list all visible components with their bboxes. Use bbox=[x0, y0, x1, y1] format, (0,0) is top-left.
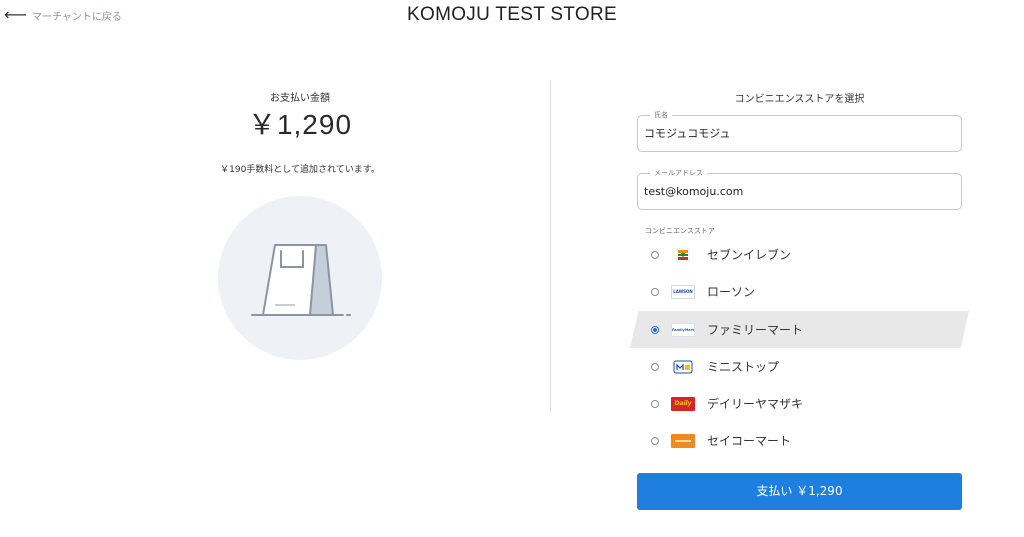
store-name: ローソン bbox=[707, 285, 756, 299]
svg-text:7: 7 bbox=[681, 252, 686, 261]
select-store-title: コンビニエンスストアを選択 bbox=[734, 94, 865, 105]
stores-label: コンビニエンスストア bbox=[645, 227, 715, 235]
radio-button-checked[interactable] bbox=[651, 325, 659, 334]
store-option-seicomart[interactable]: セイコーマート bbox=[637, 422, 962, 459]
radio-button[interactable] bbox=[651, 287, 659, 296]
radio-button[interactable] bbox=[651, 399, 659, 408]
lawson-logo: LAWSON bbox=[671, 284, 695, 299]
email-input[interactable] bbox=[644, 174, 944, 209]
fee-note: ￥190手数料として追加されています。 bbox=[220, 165, 380, 175]
store-option-ministop[interactable]: ミニストップ bbox=[637, 348, 962, 385]
radio-button[interactable] bbox=[651, 250, 659, 259]
radio-button[interactable] bbox=[651, 362, 659, 371]
email-field[interactable]: メールアドレス bbox=[637, 168, 962, 210]
store-option-daily-yamazaki[interactable]: Daily デイリーヤマザキ bbox=[637, 385, 962, 422]
pay-button[interactable]: 支払い ￥1,290 bbox=[637, 473, 962, 510]
name-field[interactable]: 氏名 bbox=[637, 110, 962, 152]
seicomart-logo bbox=[671, 433, 695, 448]
payment-amount: ￥1,290 bbox=[247, 109, 353, 140]
store-name: デイリーヤマザキ bbox=[707, 397, 804, 411]
familymart-logo: FamilyMart bbox=[671, 322, 695, 337]
radio-button[interactable] bbox=[651, 436, 659, 445]
store-title: KOMOJU TEST STORE bbox=[407, 4, 617, 25]
store-name: セブンイレブン bbox=[707, 248, 792, 262]
store-name: セイコーマート bbox=[707, 434, 792, 448]
name-input[interactable] bbox=[644, 116, 944, 151]
store-option-familymart[interactable]: FamilyMart ファミリーマート bbox=[637, 311, 962, 348]
column-divider bbox=[550, 80, 551, 412]
store-option-seven-eleven[interactable]: 7 セブンイレブン bbox=[637, 236, 962, 273]
daily-yamazaki-logo: Daily bbox=[671, 396, 695, 411]
ministop-logo bbox=[671, 360, 695, 374]
store-name: ミニストップ bbox=[707, 360, 780, 374]
seven-eleven-logo: 7 bbox=[671, 247, 695, 262]
store-option-lawson[interactable]: LAWSON ローソン bbox=[637, 273, 962, 310]
amount-label: お支払い金額 bbox=[270, 93, 330, 104]
shopping-bag-icon bbox=[218, 196, 382, 360]
store-name: ファミリーマート bbox=[707, 323, 804, 337]
